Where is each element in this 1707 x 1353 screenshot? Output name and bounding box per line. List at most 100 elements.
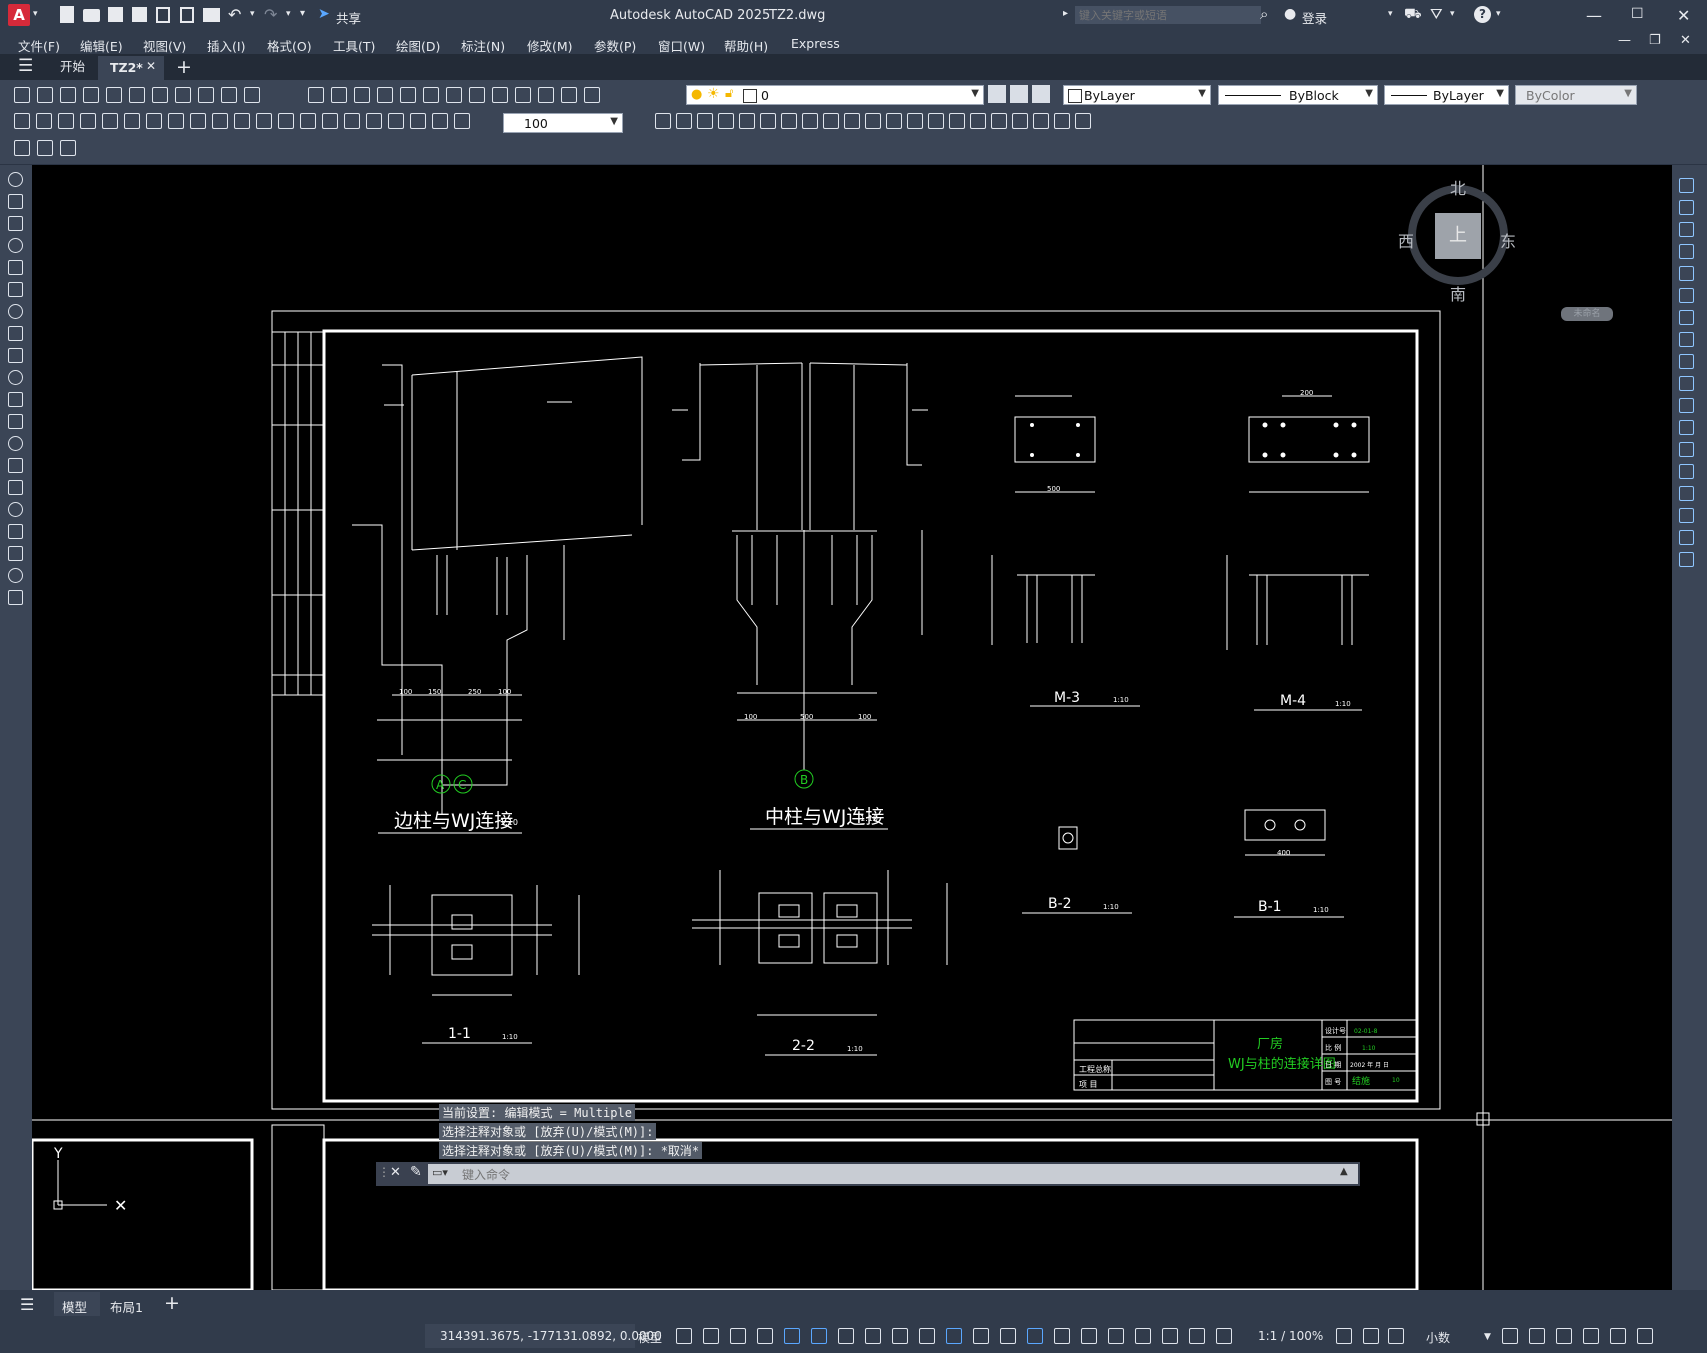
tab-layout1[interactable]: 布局1 xyxy=(110,1297,143,1316)
multiline-text-tool-icon[interactable] xyxy=(8,568,23,583)
save-icon[interactable] xyxy=(108,7,123,22)
3d-print-icon[interactable] xyxy=(152,87,168,103)
offset-tool-icon[interactable] xyxy=(1679,244,1694,259)
viewcube-south[interactable]: 南 xyxy=(1450,281,1466,305)
zoom-window-icon[interactable] xyxy=(400,87,416,103)
zoom-realtime-icon[interactable] xyxy=(377,87,393,103)
autodesk-a360-icon[interactable]: ⛛ xyxy=(1430,5,1443,23)
dim-diameter-icon[interactable] xyxy=(146,113,162,129)
revcloud-tool-icon[interactable] xyxy=(8,326,23,341)
share-button[interactable]: 共享 xyxy=(336,8,361,27)
region-tool-icon[interactable] xyxy=(8,524,23,539)
menu-modify[interactable]: 修改(M) xyxy=(527,36,573,55)
plotstyle-dropdown[interactable]: ByColor ▼ xyxy=(1515,85,1637,105)
hatch-tool-icon[interactable] xyxy=(8,480,23,495)
hamburger-menu-icon[interactable]: ☰ xyxy=(18,56,33,76)
help-toolbar-icon[interactable] xyxy=(561,87,577,103)
save-web-icon[interactable] xyxy=(180,7,194,23)
hatch-back-icon[interactable] xyxy=(865,113,881,129)
bring-front-icon[interactable] xyxy=(781,113,797,129)
plot-icon[interactable] xyxy=(83,87,99,103)
minimize-icon[interactable]: — xyxy=(1586,6,1602,25)
arc-tool-icon[interactable] xyxy=(8,282,23,297)
stretch-tool-icon[interactable] xyxy=(1679,354,1694,369)
lineweight-dropdown[interactable]: ByLayer ▼ xyxy=(1384,85,1509,105)
a360-dropdown-icon[interactable]: ▾ xyxy=(1450,9,1455,19)
object-snap-tracking-toggle-icon[interactable] xyxy=(919,1328,935,1344)
refedit-icon[interactable] xyxy=(1054,113,1070,129)
command-grip-icon[interactable]: ⋮ xyxy=(378,1165,390,1179)
fillet-tool-icon[interactable] xyxy=(1679,508,1694,523)
doc-restore-icon[interactable]: ❐ xyxy=(1649,33,1661,48)
erase-tool-icon[interactable] xyxy=(1679,178,1694,193)
snap-toggle-icon[interactable] xyxy=(703,1328,719,1344)
block-edit-icon[interactable] xyxy=(14,140,30,156)
quick-dim-icon[interactable] xyxy=(190,113,206,129)
redo-dropdown-icon[interactable]: ▾ xyxy=(286,9,291,19)
break-at-point-tool-icon[interactable] xyxy=(1679,420,1694,435)
move-tool-icon[interactable] xyxy=(1679,288,1694,303)
drawing-canvas[interactable]: Y ✕ A C 边柱与WJ连接 1:10 100 150 250 100 B 中… xyxy=(32,165,1672,1290)
isolate-objects-icon[interactable] xyxy=(1556,1328,1572,1344)
command-history-toggle-icon[interactable]: ▲ xyxy=(1340,1166,1348,1177)
viewcube[interactable]: 上 北 南 东 西 xyxy=(1398,175,1524,305)
back-icon[interactable] xyxy=(676,113,692,129)
command-close-icon[interactable]: ✕ xyxy=(390,1165,401,1180)
clean-screen-icon[interactable] xyxy=(1610,1328,1626,1344)
sheet-set-icon[interactable] xyxy=(492,87,508,103)
explode-tool-icon[interactable] xyxy=(1679,552,1694,567)
xref-icon[interactable] xyxy=(949,113,965,129)
dim-edit-icon[interactable] xyxy=(388,113,404,129)
markup-icon[interactable] xyxy=(515,87,531,103)
spline-tool-icon[interactable] xyxy=(8,348,23,363)
menu-tools[interactable]: 工具(T) xyxy=(333,36,375,55)
ortho-toggle-icon[interactable] xyxy=(811,1328,827,1344)
saveback-icon[interactable] xyxy=(1075,113,1091,129)
extend-tool-icon[interactable] xyxy=(1679,398,1694,413)
break-tool-icon[interactable] xyxy=(1679,442,1694,457)
dim-aligned-icon[interactable] xyxy=(36,113,52,129)
send-back-icon[interactable] xyxy=(802,113,818,129)
annotation-monitor-icon[interactable] xyxy=(1363,1328,1379,1344)
pan-icon[interactable] xyxy=(354,87,370,103)
polar-dropdown-toggle-icon[interactable] xyxy=(865,1328,881,1344)
copy-clip-icon[interactable] xyxy=(198,87,214,103)
undo-dropdown-icon[interactable]: ▾ xyxy=(250,9,255,19)
dim-text-edit-icon[interactable] xyxy=(410,113,426,129)
mirror-tool-icon[interactable] xyxy=(1679,222,1694,237)
match-prop-icon[interactable] xyxy=(175,87,191,103)
rectangle-tool-icon[interactable] xyxy=(8,260,23,275)
customize-qat-icon[interactable]: ▾ xyxy=(300,8,305,19)
save-as-icon[interactable] xyxy=(132,7,147,22)
new-tab-button[interactable]: + xyxy=(176,54,192,80)
share-icon[interactable]: ➤ xyxy=(318,6,330,22)
dim-front-icon[interactable] xyxy=(844,113,860,129)
lineweight-toggle-icon[interactable] xyxy=(1000,1328,1016,1344)
maximize-icon[interactable]: ☐ xyxy=(1631,6,1644,22)
dim-jogged-icon[interactable] xyxy=(124,113,140,129)
login-button[interactable]: 登录 xyxy=(1302,8,1327,27)
table-tool-icon[interactable] xyxy=(8,546,23,561)
app-menu-arrow-icon[interactable]: ▾ xyxy=(33,9,38,19)
layer-lock-icon[interactable]: 🔓︎ xyxy=(725,86,733,101)
ungroup-icon[interactable] xyxy=(760,113,776,129)
model-space-button[interactable]: 模型 xyxy=(638,1329,662,1346)
new-icon[interactable] xyxy=(60,6,74,23)
menu-parametric[interactable]: 参数(P) xyxy=(594,36,636,55)
calculator-icon[interactable] xyxy=(538,87,554,103)
gradient-tool-icon[interactable] xyxy=(8,502,23,517)
menu-view[interactable]: 视图(V) xyxy=(143,36,186,55)
annotation-scale-button[interactable]: 1:1 / 100% xyxy=(1258,1329,1323,1343)
linetype-dropdown[interactable]: ByBlock ▼ xyxy=(1218,85,1378,105)
above-icon[interactable] xyxy=(697,113,713,129)
search-input[interactable] xyxy=(1075,6,1261,24)
hardware-accel-icon[interactable] xyxy=(1583,1328,1599,1344)
make-current-layer-icon[interactable] xyxy=(988,85,1006,103)
tab-close-icon[interactable]: ✕ xyxy=(146,59,156,73)
lock-ui-icon[interactable] xyxy=(1529,1328,1545,1344)
units-extra-icon[interactable] xyxy=(1388,1328,1404,1344)
menu-format[interactable]: 格式(O) xyxy=(267,36,312,55)
login-dropdown-icon[interactable]: ▾ xyxy=(1388,9,1393,19)
publish-icon[interactable] xyxy=(129,87,145,103)
units-chevron-down-icon[interactable]: ▼ xyxy=(1484,1332,1491,1342)
